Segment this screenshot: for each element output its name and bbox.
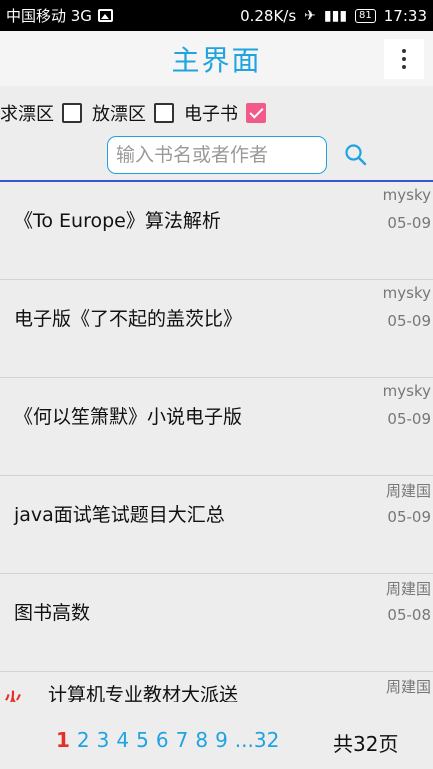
page-link-last[interactable]: ...32 [235, 728, 280, 752]
page-link[interactable]: 6 [156, 728, 169, 752]
book-author: 周建国 [385, 678, 431, 696]
total-pages: 共32页 [333, 732, 399, 756]
page-link[interactable]: 8 [195, 728, 208, 752]
image-notification-icon [97, 9, 113, 22]
book-author: 周建国 [385, 482, 431, 500]
network-speed: 0.28K/s [240, 6, 297, 25]
app-header: 主界面 [0, 31, 433, 86]
battery-icon: 81 [355, 8, 376, 23]
book-title: 《To Europe》算法解析 [14, 210, 221, 232]
filter-label: 电子书 [184, 104, 238, 125]
page-link[interactable]: 7 [176, 728, 189, 752]
page-link[interactable]: 3 [97, 728, 110, 752]
overflow-menu-button[interactable] [384, 39, 424, 79]
book-title: 《何以笙箫默》小说电子版 [14, 406, 243, 428]
list-item[interactable]: 火 计算机专业教材大派送 周建国 [0, 672, 433, 702]
book-date: 05-09 [387, 410, 431, 428]
book-list: 《To Europe》算法解析 mysky 05-09 电子版《了不起的盖茨比》… [0, 182, 433, 702]
page-title: 主界面 [171, 43, 262, 77]
book-date: 05-08 [387, 606, 431, 624]
filter-give[interactable]: 放漂区 [92, 100, 174, 126]
status-bar: 中国移动 3G 0.28K/s ✈ ▮▮▮ 81 17:33 [0, 0, 433, 31]
page-link[interactable]: 9 [215, 728, 228, 752]
page-link[interactable]: 2 [77, 728, 90, 752]
page-link[interactable]: 5 [136, 728, 149, 752]
search-input[interactable] [107, 136, 327, 174]
filter-ebook-checkbox[interactable] [246, 103, 266, 123]
book-author: 周建国 [385, 580, 431, 598]
list-item[interactable]: 《何以笙箫默》小说电子版 mysky 05-09 [0, 378, 433, 476]
carrier-label: 中国移动 3G [6, 7, 92, 25]
hot-icon: 火 [4, 690, 22, 702]
book-title: 电子版《了不起的盖茨比》 [14, 308, 243, 330]
search-icon[interactable] [343, 142, 369, 168]
filter-seek-checkbox[interactable] [62, 103, 82, 123]
signal-icon: ▮▮▮ [323, 7, 348, 24]
page-link[interactable]: 4 [116, 728, 129, 752]
book-author: mysky [382, 186, 431, 204]
book-author: mysky [382, 284, 431, 302]
book-date: 05-09 [387, 312, 431, 330]
list-item[interactable]: 《To Europe》算法解析 mysky 05-09 [0, 182, 433, 280]
filter-give-checkbox[interactable] [154, 103, 174, 123]
list-item[interactable]: 图书高数 周建国 05-08 [0, 574, 433, 672]
list-item[interactable]: java面试笔试题目大汇总 周建国 05-09 [0, 476, 433, 574]
book-date: 05-09 [387, 214, 431, 232]
clock: 17:33 [383, 6, 427, 25]
book-author: mysky [382, 382, 431, 400]
page-link-current[interactable]: 1 [56, 728, 70, 752]
filter-label: 求漂区 [0, 104, 54, 125]
pagination: 1 2 3 4 5 6 7 8 9 ...32 共32页 [0, 712, 433, 769]
book-title: java面试笔试题目大汇总 [14, 504, 225, 526]
page-links: 1 2 3 4 5 6 7 8 9 ...32 [56, 728, 279, 752]
filter-label: 放漂区 [92, 104, 146, 125]
mute-icon: ✈ [304, 7, 316, 24]
book-title: 计算机专业教材大派送 [48, 684, 239, 702]
book-title: 图书高数 [14, 602, 91, 624]
filter-row: 求漂区 放漂区 电子书 [0, 98, 276, 128]
filter-ebook[interactable]: 电子书 [184, 100, 266, 126]
list-item[interactable]: 电子版《了不起的盖茨比》 mysky 05-09 [0, 280, 433, 378]
book-date: 05-09 [387, 508, 431, 526]
more-vert-icon [402, 49, 406, 53]
filter-seek[interactable]: 求漂区 [0, 100, 82, 126]
